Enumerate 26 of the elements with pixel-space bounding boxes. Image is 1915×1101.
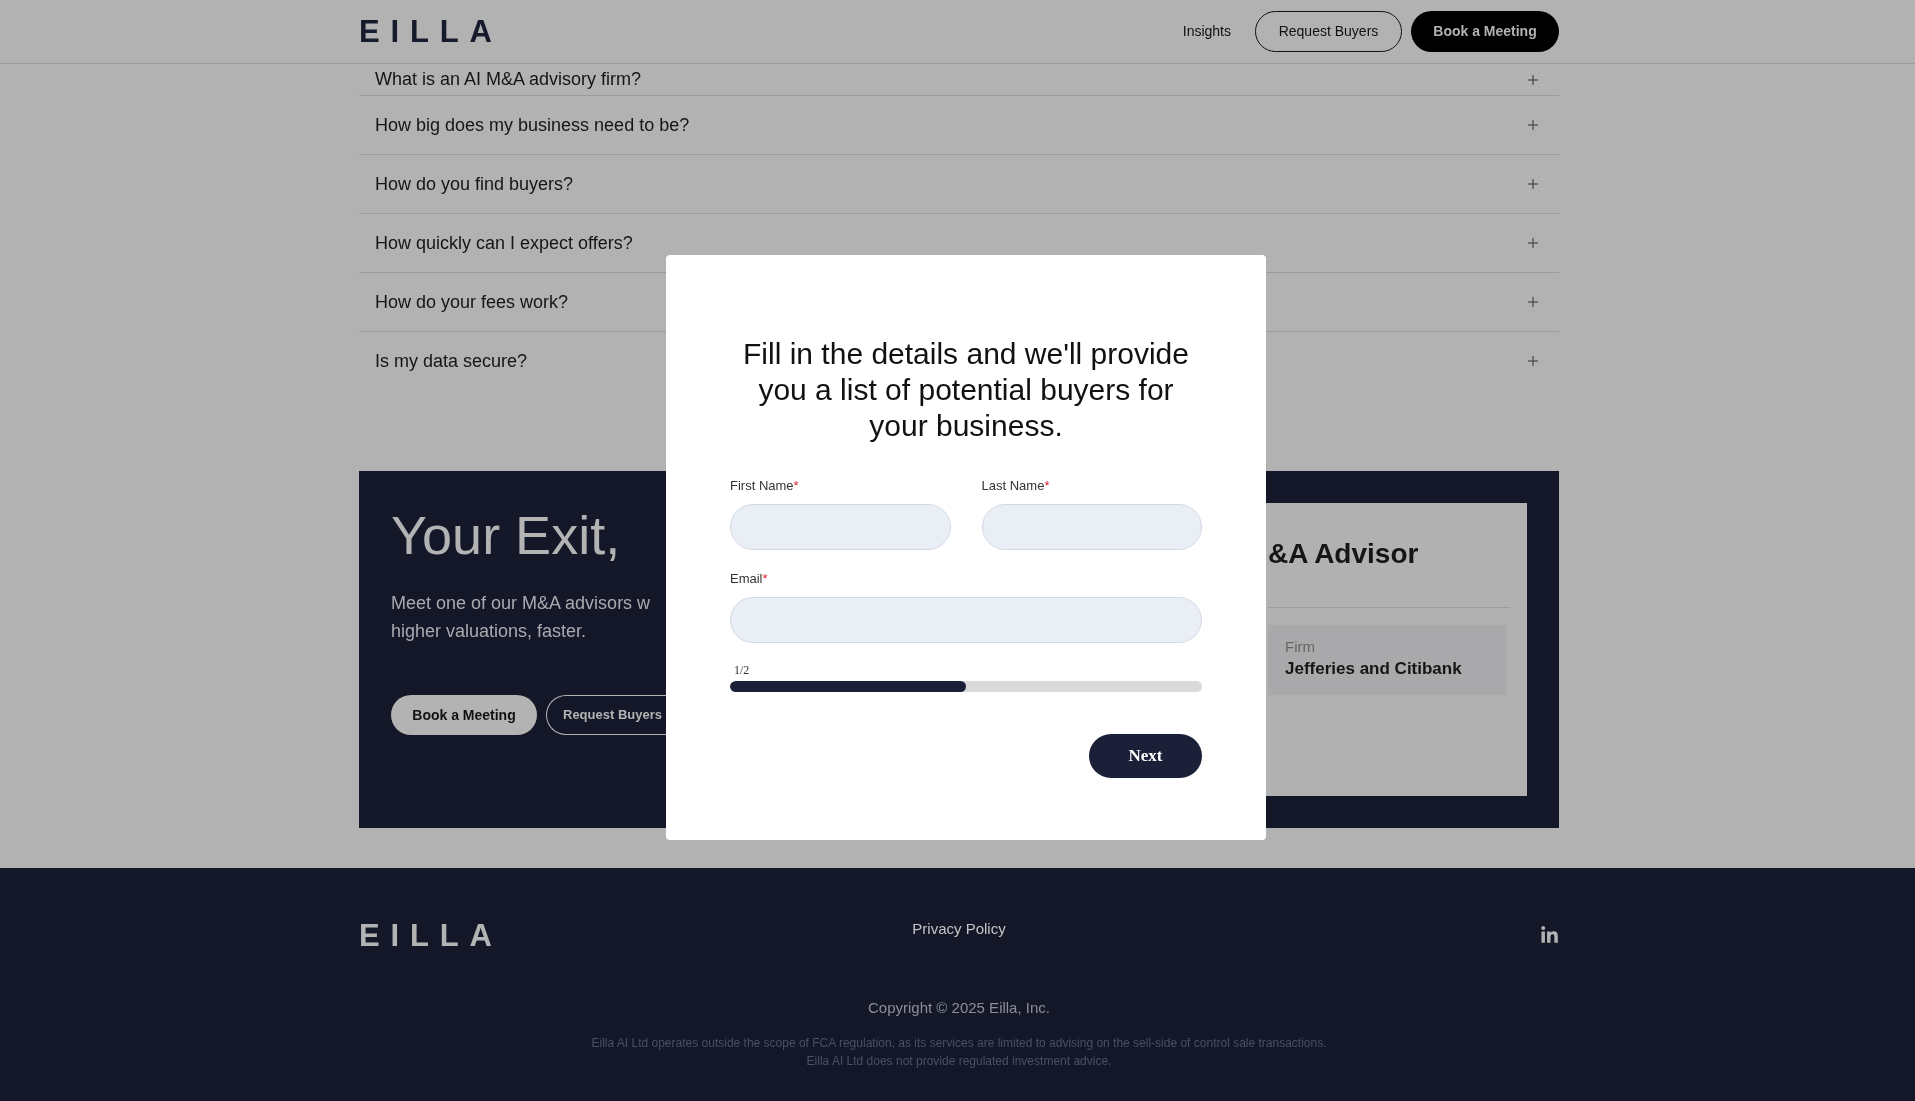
disclaimer-text: Eilla AI Ltd operates outside the scope of FCA regulation, as its services are limited to advising on the sell-side of control sale transactions. Eilla AI Ltd does not provide regulated investment advice. [591,1035,1327,1070]
field-value: Jefferies and Citibank [1285,658,1463,680]
input-field[interactable] [730,597,1202,643]
input-field[interactable] [730,504,951,550]
modal-heading: Fill in the details and we'll provide you a list of potential buyers for your business. [742,336,1190,444]
faq-item[interactable]: How do you find buyers? [359,154,1559,213]
nav-link[interactable]: Insights [1182,21,1231,42]
field-label: Email* [730,570,769,588]
field-label: Firm [1285,637,1316,657]
faq-item[interactable]: How big does my business need to be? [359,95,1559,154]
cta-description: Meet one of our M&A advisors w higher valuations, faster. [391,592,652,643]
next-button[interactable]: Next [1089,734,1202,778]
cta-button[interactable]: Book a Meeting [391,695,537,735]
input-field[interactable] [981,504,1202,550]
linkedin-icon[interactable] [1540,925,1559,945]
faq-item[interactable]: What is an AI M&A advisory firm? [359,64,1559,95]
field-label: Last Name* [981,477,1051,495]
footer-logo[interactable]: EILLA [359,919,503,951]
step-counter: 1/2 [734,662,750,678]
copyright-text: Copyright © 2025 Eilla, Inc. [868,998,1050,1018]
privacy-link[interactable]: Privacy Policy [912,918,1006,941]
nav-button[interactable]: Book a Meeting [1411,11,1559,52]
logo[interactable]: EILLA [359,16,503,47]
field-label: First Name* [730,477,800,495]
card-title: &A Advisor [1268,537,1420,571]
cta-heading: Your Exit, [391,505,622,565]
